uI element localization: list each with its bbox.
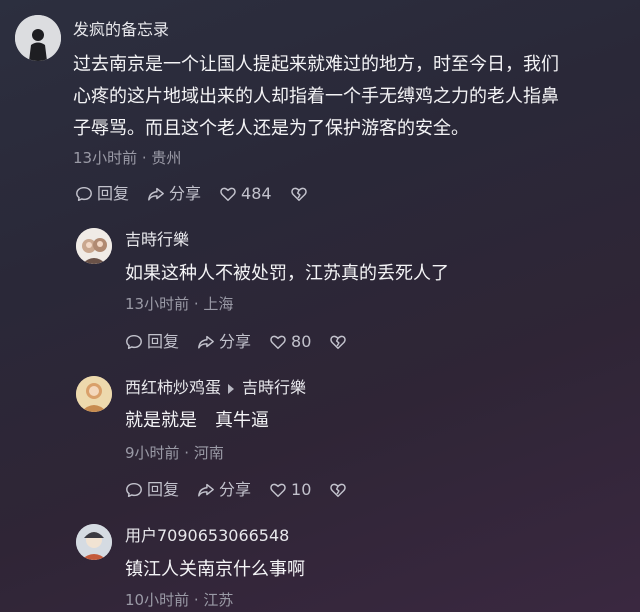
reply-label: 回复: [147, 332, 180, 351]
comment-actions: 回复 分享 10: [125, 480, 369, 500]
reply-label: 回复: [147, 480, 180, 499]
like-count: 80: [291, 332, 312, 351]
reply-label: 回复: [97, 184, 130, 203]
broken-heart-icon: [290, 187, 307, 202]
timestamp-location: 9小时前 · 河南: [125, 444, 224, 462]
comment-1: 发疯的备忘录 过去南京是一个让国人提起来就难过的地方，时至今日，我们 心疼的这片…: [0, 0, 640, 212]
comment-text-line: 心疼的这片地域出来的人却指着一个手无缚鸡之力的老人指鼻: [73, 86, 559, 107]
username[interactable]: 吉時行樂: [125, 230, 189, 250]
reply-button[interactable]: 回复: [125, 480, 179, 500]
username[interactable]: 西红柿炒鸡蛋: [125, 378, 221, 397]
reply-to-username[interactable]: 吉時行樂: [242, 378, 306, 397]
like-count: 10: [291, 480, 312, 499]
timestamp-location: 13小时前 · 贵州: [73, 149, 182, 167]
broken-heart-icon: [330, 483, 347, 498]
like-count: 484: [241, 184, 272, 203]
timestamp-location: 10小时前 · 江苏: [125, 591, 234, 609]
dislike-button[interactable]: [290, 185, 312, 203]
share-icon: [198, 483, 214, 497]
reply-button[interactable]: 回复: [125, 332, 179, 352]
heart-icon: [270, 335, 286, 350]
share-button[interactable]: 分享: [147, 184, 201, 204]
avatar[interactable]: [15, 15, 61, 61]
comment-4: 用户7090653066548 镇江人关南京什么事啊 10小时前 · 江苏: [0, 510, 640, 612]
reply-to-arrow-icon: [228, 383, 235, 394]
like-button[interactable]: 80: [269, 332, 311, 352]
comment-text: 镇江人关南京什么事啊: [125, 559, 305, 580]
comment-text: 如果这种人不被处罚，江苏真的丢死人了: [125, 263, 449, 284]
share-button[interactable]: 分享: [197, 480, 251, 500]
share-icon: [148, 187, 164, 201]
share-button[interactable]: 分享: [197, 332, 251, 352]
reply-icon: [126, 482, 142, 498]
dislike-button[interactable]: [329, 481, 351, 499]
comment-text-line: 子辱骂。而且这个老人还是为了保护游客的安全。: [73, 118, 469, 139]
comment-actions: 回复 分享 484: [75, 184, 330, 204]
broken-heart-icon: [330, 335, 347, 350]
like-button[interactable]: 10: [269, 480, 311, 500]
avatar[interactable]: [76, 376, 112, 412]
username[interactable]: 用户7090653066548: [125, 526, 289, 546]
reply-icon: [126, 334, 142, 350]
comment-actions: 回复 分享 80: [125, 332, 369, 352]
share-label: 分享: [169, 184, 202, 203]
username-row: 西红柿炒鸡蛋 吉時行樂: [125, 378, 306, 398]
comment-text-line: 过去南京是一个让国人提起来就难过的地方，时至今日，我们: [73, 54, 559, 75]
avatar[interactable]: [76, 524, 112, 560]
share-icon: [198, 335, 214, 349]
heart-icon: [220, 187, 236, 202]
avatar[interactable]: [76, 228, 112, 264]
comment-2: 吉時行樂 如果这种人不被处罚，江苏真的丢死人了 13小时前 · 上海 回复 分享…: [0, 212, 640, 360]
comment-3: 西红柿炒鸡蛋 吉時行樂 就是就是 真牛逼 9小时前 · 河南 回复 分享 10: [0, 360, 640, 510]
reply-icon: [76, 186, 92, 202]
reply-button[interactable]: 回复: [75, 184, 129, 204]
heart-icon: [270, 483, 286, 498]
like-button[interactable]: 484: [219, 184, 272, 204]
share-label: 分享: [219, 332, 252, 351]
share-label: 分享: [219, 480, 252, 499]
timestamp-location: 13小时前 · 上海: [125, 295, 234, 313]
username[interactable]: 发疯的备忘录: [73, 20, 169, 40]
comment-text: 就是就是 真牛逼: [125, 410, 269, 431]
dislike-button[interactable]: [329, 333, 351, 351]
